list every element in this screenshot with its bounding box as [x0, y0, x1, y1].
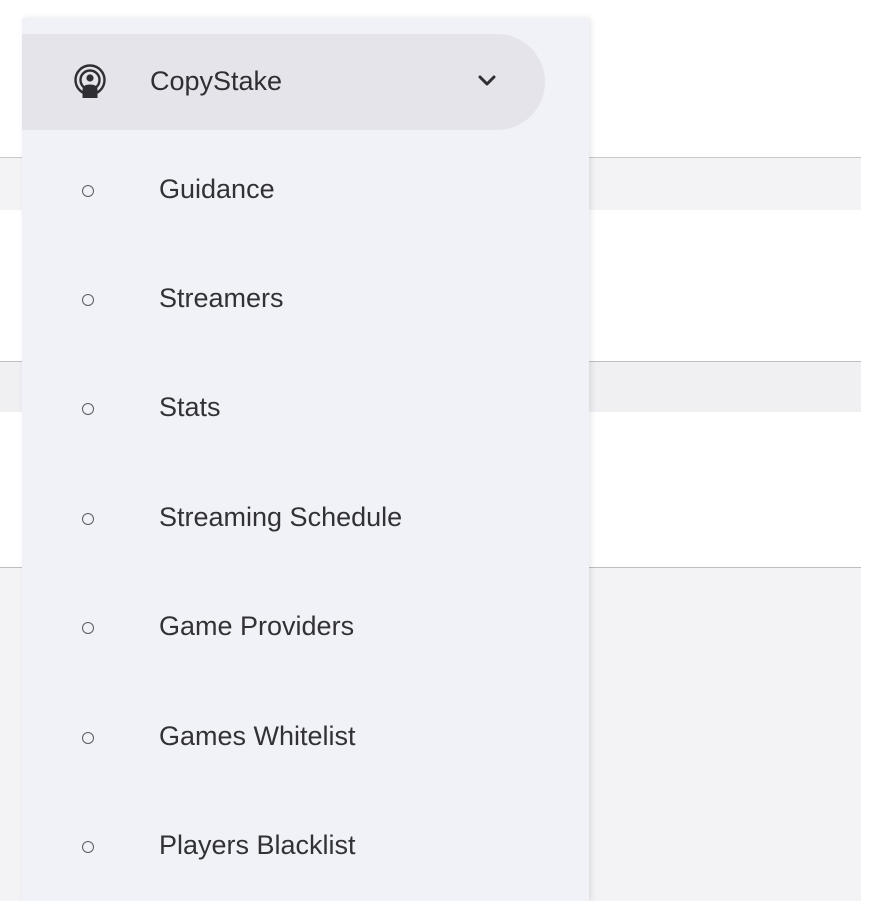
sidebar-item-label: Games Whitelist: [159, 721, 356, 751]
sidebar-group-copystake[interactable]: CopyStake: [22, 34, 545, 130]
sidebar-item-streamers[interactable]: Streamers: [22, 261, 589, 341]
broadcast-person-icon: [72, 64, 108, 100]
app-root: ttings CopyStake: [0, 0, 877, 901]
sidebar-item-label: Players Blacklist: [159, 830, 356, 860]
chevron-down-icon[interactable]: [476, 70, 498, 92]
circle-outline-icon: [82, 403, 94, 415]
sidebar: CopyStake Guidance Streamers Stats Strea…: [22, 18, 589, 901]
sidebar-item-guidance[interactable]: Guidance: [22, 152, 589, 232]
sidebar-item-label: Streaming Schedule: [159, 502, 403, 532]
sidebar-item-game-providers[interactable]: Game Providers: [22, 589, 589, 669]
sidebar-item-label: Stats: [159, 392, 221, 422]
circle-outline-icon: [82, 841, 94, 853]
circle-outline-icon: [82, 513, 94, 525]
sidebar-item-label: Streamers: [159, 283, 284, 313]
circle-outline-icon: [82, 294, 94, 306]
sidebar-item-label: Game Providers: [159, 611, 355, 641]
sidebar-item-players-blacklist[interactable]: Players Blacklist: [22, 808, 589, 888]
sidebar-item-games-whitelist[interactable]: Games Whitelist: [22, 699, 589, 779]
sidebar-item-label: Guidance: [159, 174, 275, 204]
circle-outline-icon: [82, 622, 94, 634]
circle-outline-icon: [82, 732, 94, 744]
sidebar-group-label: CopyStake: [150, 66, 283, 96]
sidebar-item-stats[interactable]: Stats: [22, 370, 589, 450]
circle-outline-icon: [82, 185, 94, 197]
sidebar-item-streaming-schedule[interactable]: Streaming Schedule: [22, 480, 589, 560]
